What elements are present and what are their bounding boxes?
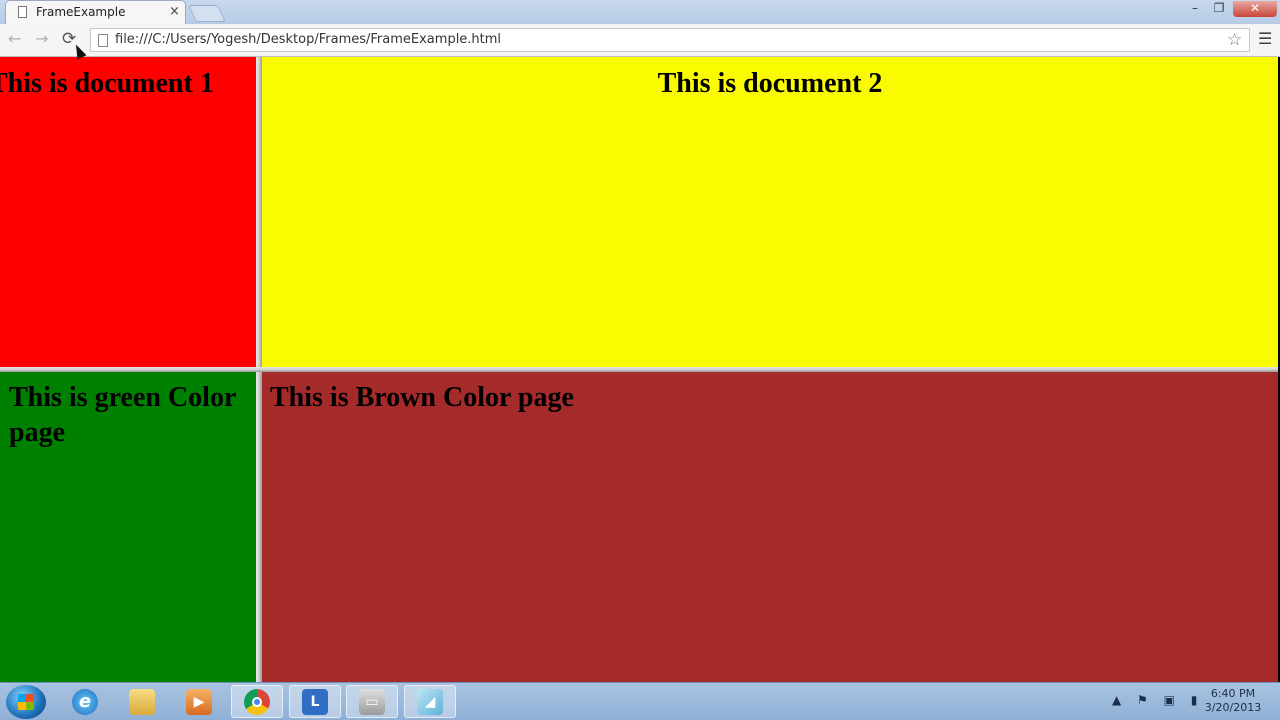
taskbar-item-tool[interactable]: ◢ — [404, 685, 456, 718]
frame-heading: This is document 1 — [0, 68, 214, 99]
windows-taskbar: e ▶ L ▭ ◢ ▲ ⚑ ▣ ▮ 6:40 PM 3/20/2013 — [0, 682, 1280, 720]
browser-titlebar: FrameExample × – ❐ ✕ — [0, 0, 1280, 24]
browser-toolbar: ← → ⟳ file:///C:/Users/Yogesh/Desktop/Fr… — [0, 24, 1280, 57]
taskbar-item-google-chrome[interactable] — [231, 685, 283, 718]
close-window-button[interactable]: ✕ — [1233, 1, 1277, 17]
clock-date: 3/20/2013 — [1204, 701, 1262, 714]
tab-title: FrameExample — [36, 5, 126, 19]
system-tray-icons[interactable]: ▲ ⚑ ▣ ▮ — [1112, 693, 1203, 707]
chrome-menu-icon[interactable]: ☰ — [1258, 30, 1272, 48]
windows-logo-icon — [18, 694, 34, 710]
close-tab-icon[interactable]: × — [169, 4, 180, 20]
frame-splitter-horizontal[interactable] — [0, 367, 1278, 372]
taskbar-item-lync[interactable]: L — [289, 685, 341, 718]
frame-heading: This is document 2 — [657, 68, 883, 99]
taskbar-item-media-player[interactable]: ▶ — [173, 685, 225, 718]
start-button[interactable] — [6, 685, 46, 719]
taskbar-item-app-window[interactable]: ▭ — [346, 685, 398, 718]
chrome-icon — [244, 688, 270, 715]
frame-document-1: This is document 1 — [0, 57, 256, 367]
lync-icon: L — [302, 688, 328, 715]
frame-heading: This is Brown Color page — [270, 382, 574, 413]
clock-time: 6:40 PM — [1210, 687, 1256, 700]
maximize-button[interactable]: ❐ — [1209, 1, 1229, 17]
page-icon — [18, 6, 27, 18]
page-icon — [98, 34, 108, 47]
frame-document-2: This is document 2 — [262, 57, 1278, 367]
taskbar-item-internet-explorer[interactable]: e — [59, 685, 111, 718]
media-player-icon: ▶ — [186, 688, 212, 715]
forward-arrow-icon[interactable]: → — [35, 30, 48, 48]
folder-icon — [129, 688, 155, 715]
internet-explorer-icon: e — [72, 688, 98, 715]
minimize-button[interactable]: – — [1185, 1, 1205, 17]
frame-heading: This is green Color page — [9, 382, 236, 448]
taskbar-item-windows-explorer[interactable] — [116, 685, 168, 718]
frame-green-page: This is green Color page — [0, 372, 256, 682]
back-arrow-icon[interactable]: ← — [8, 30, 21, 48]
taskbar-clock[interactable]: 6:40 PM 3/20/2013 — [1200, 687, 1266, 715]
app-window-icon: ▭ — [359, 688, 385, 715]
bookmark-star-icon[interactable]: ☆ — [1227, 30, 1242, 50]
new-tab-button[interactable] — [188, 5, 226, 22]
address-bar[interactable]: file:///C:/Users/Yogesh/Desktop/Frames/F… — [90, 28, 1250, 52]
url-text[interactable]: file:///C:/Users/Yogesh/Desktop/Frames/F… — [115, 32, 501, 47]
tool-icon: ◢ — [417, 688, 443, 715]
browser-tab[interactable]: FrameExample × — [5, 0, 186, 24]
frame-brown-page: This is Brown Color page — [262, 372, 1278, 682]
